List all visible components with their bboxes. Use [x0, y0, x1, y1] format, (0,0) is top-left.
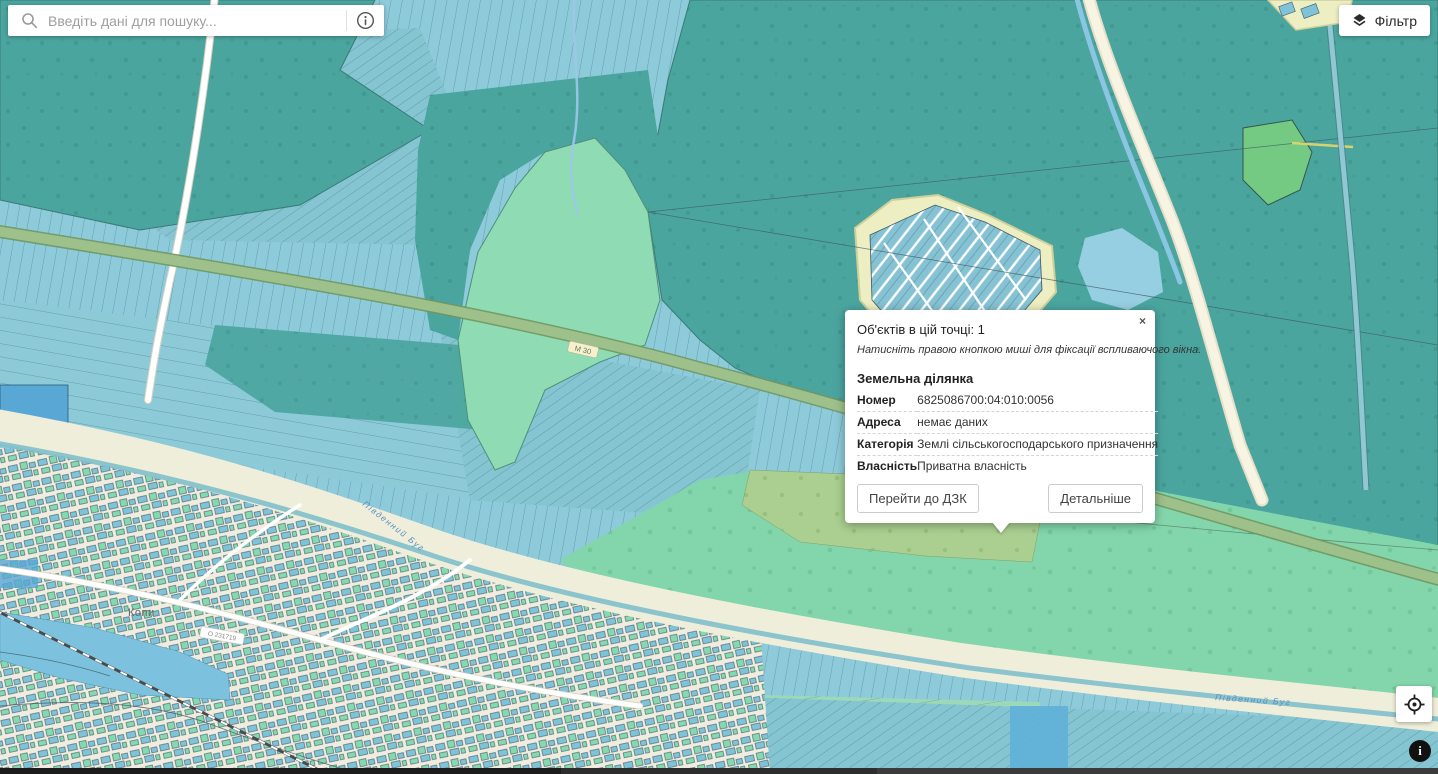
attribute-value: Приватна власність [917, 456, 1158, 478]
popup-close-icon[interactable]: × [1139, 315, 1146, 327]
cadastral-map-app: М 30 Копи О 231719 Південний Буг Південн… [0, 0, 1438, 774]
goto-dzk-button[interactable]: Перейти до ДЗК [857, 484, 979, 513]
map-canvas[interactable]: М 30 Копи О 231719 Південний Буг Південн… [0, 0, 1438, 774]
attribute-label: Власність [857, 456, 917, 478]
geolocate-icon [1404, 694, 1425, 715]
popup-title: Об'єктів в цій точці: 1 [857, 322, 1143, 337]
parcel-attributes-table: Номер 6825086700:04:010:0056 Адреса нема… [857, 390, 1158, 477]
attribute-label: Адреса [857, 412, 917, 434]
attribute-value: немає даних [917, 412, 1158, 434]
layers-icon [1352, 13, 1367, 28]
search-input[interactable] [48, 13, 346, 29]
popup-tail [992, 522, 1010, 533]
settlement-label: Копи [128, 607, 155, 619]
popup-actions: Перейти до ДЗК Детальніше [857, 484, 1143, 513]
table-row: Номер 6825086700:04:010:0056 [857, 390, 1158, 412]
attribute-value: 6825086700:04:010:0056 [917, 390, 1158, 412]
geolocate-button[interactable] [1396, 686, 1432, 722]
filter-button[interactable]: Фільтр [1339, 5, 1430, 36]
table-row: Власність Приватна власність [857, 456, 1158, 478]
popup-hint: Натисніть правою кнопкою миші для фіксац… [857, 344, 1143, 356]
table-row: Категорія Землі сільськогосподарського п… [857, 434, 1158, 456]
popup-section-title: Земельна ділянка [857, 371, 1143, 386]
attribute-label: Категорія [857, 434, 917, 456]
table-row: Адреса немає даних [857, 412, 1158, 434]
attribute-value: Землі сільськогосподарського призначення [917, 434, 1158, 456]
search-divider [346, 10, 347, 31]
attribution-info-button[interactable]: i [1409, 740, 1431, 762]
bottom-bar [0, 768, 1438, 774]
parcel-info-popup: × Об'єктів в цій точці: 1 Натисніть прав… [845, 310, 1155, 523]
attribute-label: Номер [857, 390, 917, 412]
details-button[interactable]: Детальніше [1048, 484, 1143, 513]
filter-button-label: Фільтр [1375, 13, 1417, 29]
info-circle-icon: i [1418, 743, 1422, 759]
search-bar [8, 5, 384, 36]
water-parcel [1010, 706, 1068, 774]
search-icon [21, 12, 38, 29]
search-info-icon[interactable] [356, 11, 375, 30]
